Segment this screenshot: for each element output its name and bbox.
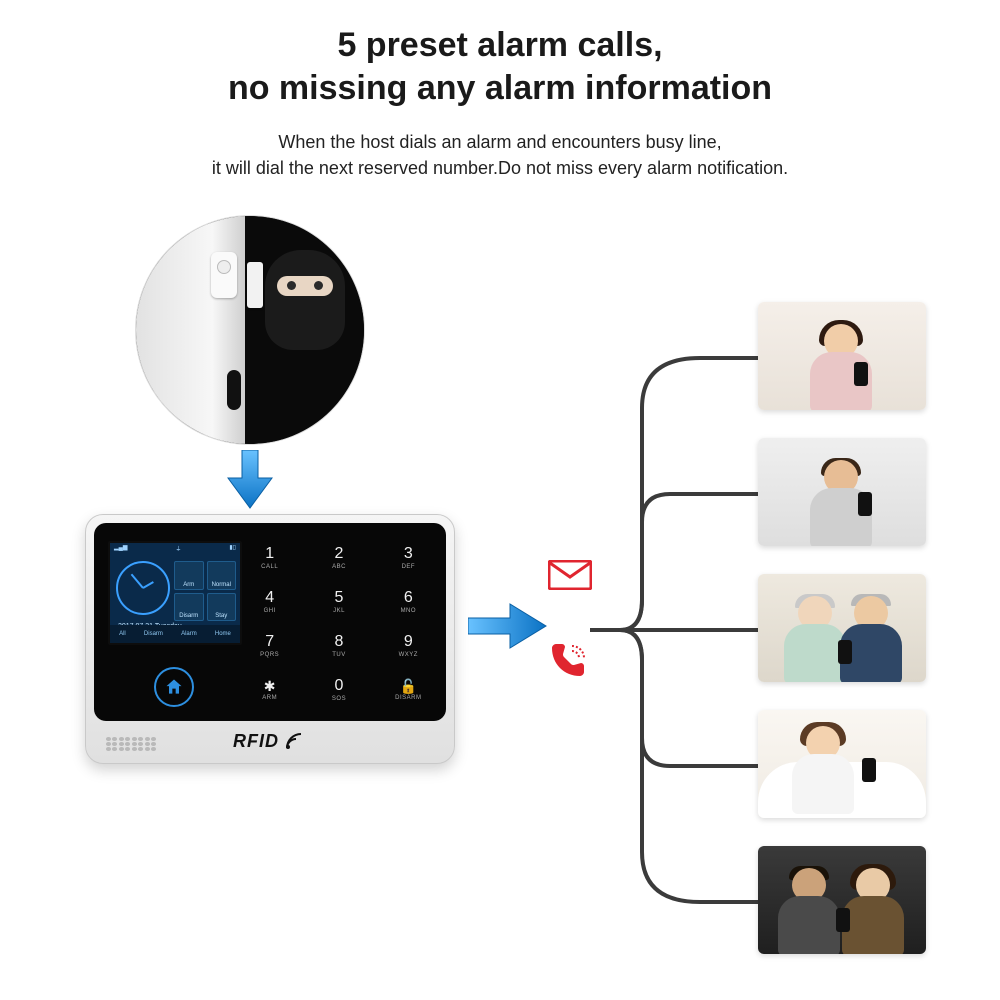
bottom-alarm: Alarm	[181, 631, 197, 637]
heading-line2: no missing any alarm information	[228, 69, 772, 107]
key-9: 9WXYZ	[385, 629, 432, 663]
arrow-down-icon	[222, 450, 278, 515]
key-2: 2ABC	[315, 541, 362, 575]
intruder-figure	[245, 216, 364, 444]
intruder-scene	[135, 215, 365, 445]
sub-line1: When the host dials an alarm and encount…	[278, 132, 721, 152]
key-1: 1CALL	[246, 541, 293, 575]
key-arm: ✱ARM	[246, 673, 293, 707]
page-heading: 5 preset alarm calls, no missing any ala…	[0, 0, 1000, 109]
connector-lines	[590, 300, 760, 960]
clock-icon	[116, 561, 170, 615]
rfid-wave-icon	[285, 732, 307, 750]
recipient-thumb-5	[758, 846, 926, 954]
recipient-thumb-4	[758, 710, 926, 818]
tile-normal: Normal	[207, 561, 237, 590]
key-7: 7PQRS	[246, 629, 293, 663]
speaker-grille	[106, 737, 156, 751]
home-button	[154, 667, 194, 707]
door-handle-icon	[227, 370, 241, 410]
battery-icon: ▮▯	[229, 544, 236, 556]
home-icon	[164, 677, 184, 697]
heading-line1: 5 preset alarm calls,	[337, 26, 662, 64]
recipient-thumb-3	[758, 574, 926, 682]
device-screen: ▂▄▆ ⏚ ▮▯ Arm Normal Disarm Stay 2017.07.…	[108, 541, 242, 645]
key-6: 6MNO	[385, 585, 432, 619]
sub-line2: it will dial the next reserved number.Do…	[212, 158, 788, 178]
signal-icon: ▂▄▆	[114, 544, 127, 556]
rfid-label: RFID	[233, 731, 279, 752]
envelope-icon	[548, 560, 592, 595]
door-sensor-icon	[211, 252, 237, 298]
wifi-icon: ⏚	[175, 544, 181, 556]
key-disarm: 🔓DISARM	[385, 673, 432, 707]
key-0: 0SOS	[315, 673, 362, 707]
recipient-list	[758, 302, 926, 954]
tile-disarm: Disarm	[174, 593, 204, 622]
tile-arm: Arm	[174, 561, 204, 590]
arrow-right-icon	[468, 598, 548, 659]
bottom-home: Home	[215, 631, 231, 637]
tile-stay: Stay	[207, 593, 237, 622]
key-5: 5JKL	[315, 585, 362, 619]
bottom-disarm: Disarm	[144, 631, 163, 637]
phone-icon	[548, 640, 588, 685]
key-8: 8TUV	[315, 629, 362, 663]
key-3: 3DEF	[385, 541, 432, 575]
door-with-sensor	[136, 216, 245, 444]
alarm-host-device: ▂▄▆ ⏚ ▮▯ Arm Normal Disarm Stay 2017.07.…	[85, 514, 455, 764]
bottom-all: All	[119, 631, 126, 637]
key-4: 4GHI	[246, 585, 293, 619]
page-subheading: When the host dials an alarm and encount…	[0, 129, 1000, 181]
recipient-thumb-2	[758, 438, 926, 546]
keypad: 1CALL 2ABC 3DEF 4GHI 5JKL 6MNO 7PQRS 8TU…	[246, 541, 432, 707]
recipient-thumb-1	[758, 302, 926, 410]
door-sensor-strip	[247, 262, 263, 308]
